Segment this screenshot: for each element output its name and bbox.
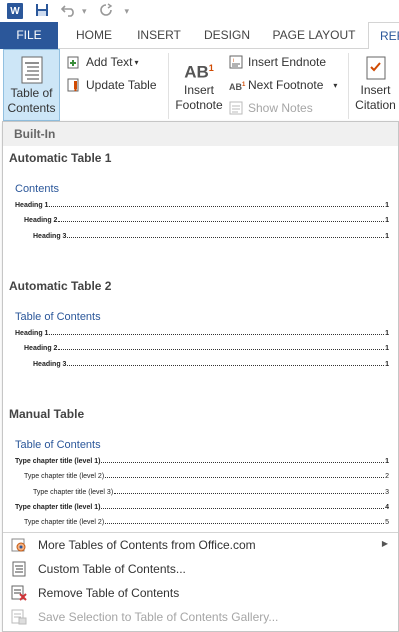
toc-preview-entry: Type chapter title (level 1) 4 [15,504,389,511]
next-footnote-button[interactable]: AB1 Next Footnote ▾ [229,75,337,95]
gallery-item-title: Automatic Table 1 [9,151,112,165]
quick-access-toolbar: W ▾ ▾ [0,0,399,22]
toc-preview-entry: Heading 21 [24,345,389,352]
table-of-contents-gallery: Built-In Automatic Table 1 Contents Head… [2,121,399,632]
save-selection-to-gallery-menu-item[interactable]: Save Selection to Table of Contents Gall… [3,605,398,628]
toc-preview-entry: Heading 31 [33,361,389,368]
ribbon: Table of Contents ▾ Add Text▾ Update Tab… [0,49,399,129]
citation-icon [363,55,389,81]
submenu-arrow-icon: ▶ [381,539,388,548]
ribbon-tabs: FILE HOME INSERT DESIGN PAGE LAYOUT REF [0,22,399,50]
insert-footnote-button[interactable]: AB1 Insert Footnote [172,49,226,121]
gallery-header-built-in: Built-In [3,122,398,146]
update-table-button[interactable]: Update Table [67,75,157,95]
tab-file[interactable]: FILE [0,22,58,49]
gallery-item-automatic-table-1[interactable]: Automatic Table 1 Contents Heading 11 He… [3,146,398,272]
insert-endnote-button[interactable]: i Insert Endnote [229,52,326,72]
remove-toc-icon [11,585,27,601]
ribbon-separator [168,53,169,119]
save-gallery-icon [11,609,27,625]
gallery-item-automatic-table-2[interactable]: Automatic Table 2 Table of Contents Head… [3,272,398,400]
undo-icon[interactable] [60,3,77,19]
custom-toc-menu-item[interactable]: Custom Table of Contents... [3,557,398,580]
toc-preview-title: Contents [15,183,60,195]
gallery-item-title: Manual Table [9,407,85,421]
office-icon [11,537,27,553]
table-of-contents-icon [20,56,44,84]
toc-preview-entry: Type chapter title (level 3) 3 [33,489,389,496]
gallery-item-title: Automatic Table 2 [9,279,112,293]
insert-citation-button[interactable]: Insert Citation [352,49,399,121]
insert-footnote-label-line1: Insert [183,83,214,97]
tab-design[interactable]: DESIGN [196,22,258,49]
show-notes-icon [229,101,243,115]
insert-citation-label-line1: Insert [360,83,391,97]
table-of-contents-button[interactable]: Table of Contents ▾ [3,49,60,129]
toc-preview-entry: Type chapter title (level 1) 1 [15,458,389,465]
tab-references[interactable]: REF [368,22,399,50]
toc-preview-entry: Heading 21 [24,217,389,224]
update-table-icon [67,78,81,92]
tab-page-layout[interactable]: PAGE LAYOUT [266,22,362,49]
endnote-icon: i [229,55,243,69]
insert-citation-label-line2: Citation [355,98,396,112]
toc-preview-entry: Type chapter title (level 2) 2 [24,473,389,480]
word-logo-icon: W [7,3,23,19]
add-text-button[interactable]: Add Text ▾ [67,52,139,72]
gallery-item-manual-table[interactable]: Manual Table Table of Contents Type chap… [3,400,398,530]
remove-toc-menu-item[interactable]: Remove Table of Contents [3,581,398,604]
toc-preview-entry: Heading 31 [33,233,389,240]
toc-preview-title: Table of Contents [15,439,101,451]
ribbon-separator [348,53,349,119]
next-footnote-icon: AB1 [229,82,246,92]
save-icon[interactable] [35,3,49,19]
redo-icon[interactable] [99,3,113,19]
toc-preview-entry: Heading 11 [15,202,389,209]
tab-insert[interactable]: INSERT [130,22,188,49]
custom-toc-icon [11,561,27,577]
add-text-icon [67,55,81,69]
customize-icon[interactable]: ▾ [125,6,130,17]
insert-footnote-label-line2: Footnote [175,98,223,112]
toc-preview-entry: Type chapter title (level 2) 5 [24,519,389,526]
undo-dropdown-icon[interactable]: ▾ [82,6,87,17]
more-tables-from-office-menu-item[interactable]: More Tables of Contents from Office.com … [3,533,398,556]
show-notes-button[interactable]: Show Notes [229,98,313,118]
toc-preview-title: Table of Contents [15,311,101,323]
footnote-icon: AB1 [184,62,214,82]
toc-button-label-line1: Table of [10,86,53,100]
tab-home[interactable]: HOME [66,22,122,49]
svg-text:i: i [233,58,234,64]
toc-preview-entry: Heading 11 [15,330,389,337]
